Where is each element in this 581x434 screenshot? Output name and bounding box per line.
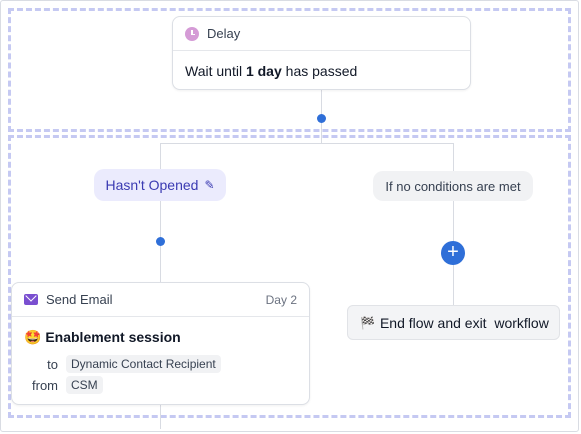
delay-card[interactable]: Delay Wait until 1 day has passed <box>172 16 471 90</box>
email-subject-row: 🤩 Enablement session <box>24 329 297 346</box>
send-email-card[interactable]: Send Email Day 2 🤩 Enablement session to… <box>11 282 310 405</box>
end-flow-label: End flow and exit workflow <box>379 314 549 331</box>
email-from-value: CSM <box>66 376 103 394</box>
branch-no-conditions-label: If no conditions are met <box>385 178 521 194</box>
clock-icon <box>185 26 199 41</box>
delay-card-body: Wait until 1 day has passed <box>173 51 470 91</box>
email-from-row: from CSM <box>24 376 297 394</box>
connector-left-branch-below <box>160 405 161 429</box>
connector-dot-left <box>156 237 165 246</box>
delay-body-bold: 1 day <box>245 63 282 79</box>
delay-body-prefix: Wait until <box>185 63 246 79</box>
delay-body-suffix: has passed <box>281 63 358 79</box>
email-to-label: to <box>47 356 58 372</box>
branch-hasnt-opened-label: Hasn't Opened <box>105 177 199 193</box>
delay-card-header: Delay <box>173 17 470 51</box>
email-to-row: to Dynamic Contact Recipient <box>24 355 297 373</box>
branch-hasnt-opened[interactable]: Hasn't Opened ✎ <box>94 169 226 201</box>
starstruck-emoji-icon: 🤩 <box>24 329 42 345</box>
email-from-label: from <box>32 377 58 393</box>
branch-no-conditions[interactable]: If no conditions are met <box>373 171 533 201</box>
email-subject: Enablement session <box>45 329 181 345</box>
plus-icon: + <box>447 241 459 263</box>
send-email-body: 🤩 Enablement session to Dynamic Contact … <box>12 317 309 394</box>
send-email-header: Send Email Day 2 <box>12 283 309 317</box>
end-flow-button[interactable]: 🏁 End flow and exit workflow <box>347 305 560 340</box>
add-step-button[interactable]: + <box>441 241 465 265</box>
checkered-flag-icon: 🏁 <box>360 315 375 330</box>
pencil-icon[interactable]: ✎ <box>204 178 214 192</box>
send-email-title: Send Email <box>46 292 113 307</box>
connector-right-branch <box>453 143 454 305</box>
connector-dot-top <box>317 114 326 123</box>
connector-branch-horizontal <box>160 143 453 144</box>
delay-card-title: Delay <box>207 26 241 41</box>
connector-left-branch <box>160 143 161 282</box>
envelope-icon <box>24 294 38 305</box>
send-email-day: Day 2 <box>265 292 297 307</box>
email-to-value: Dynamic Contact Recipient <box>66 355 221 373</box>
